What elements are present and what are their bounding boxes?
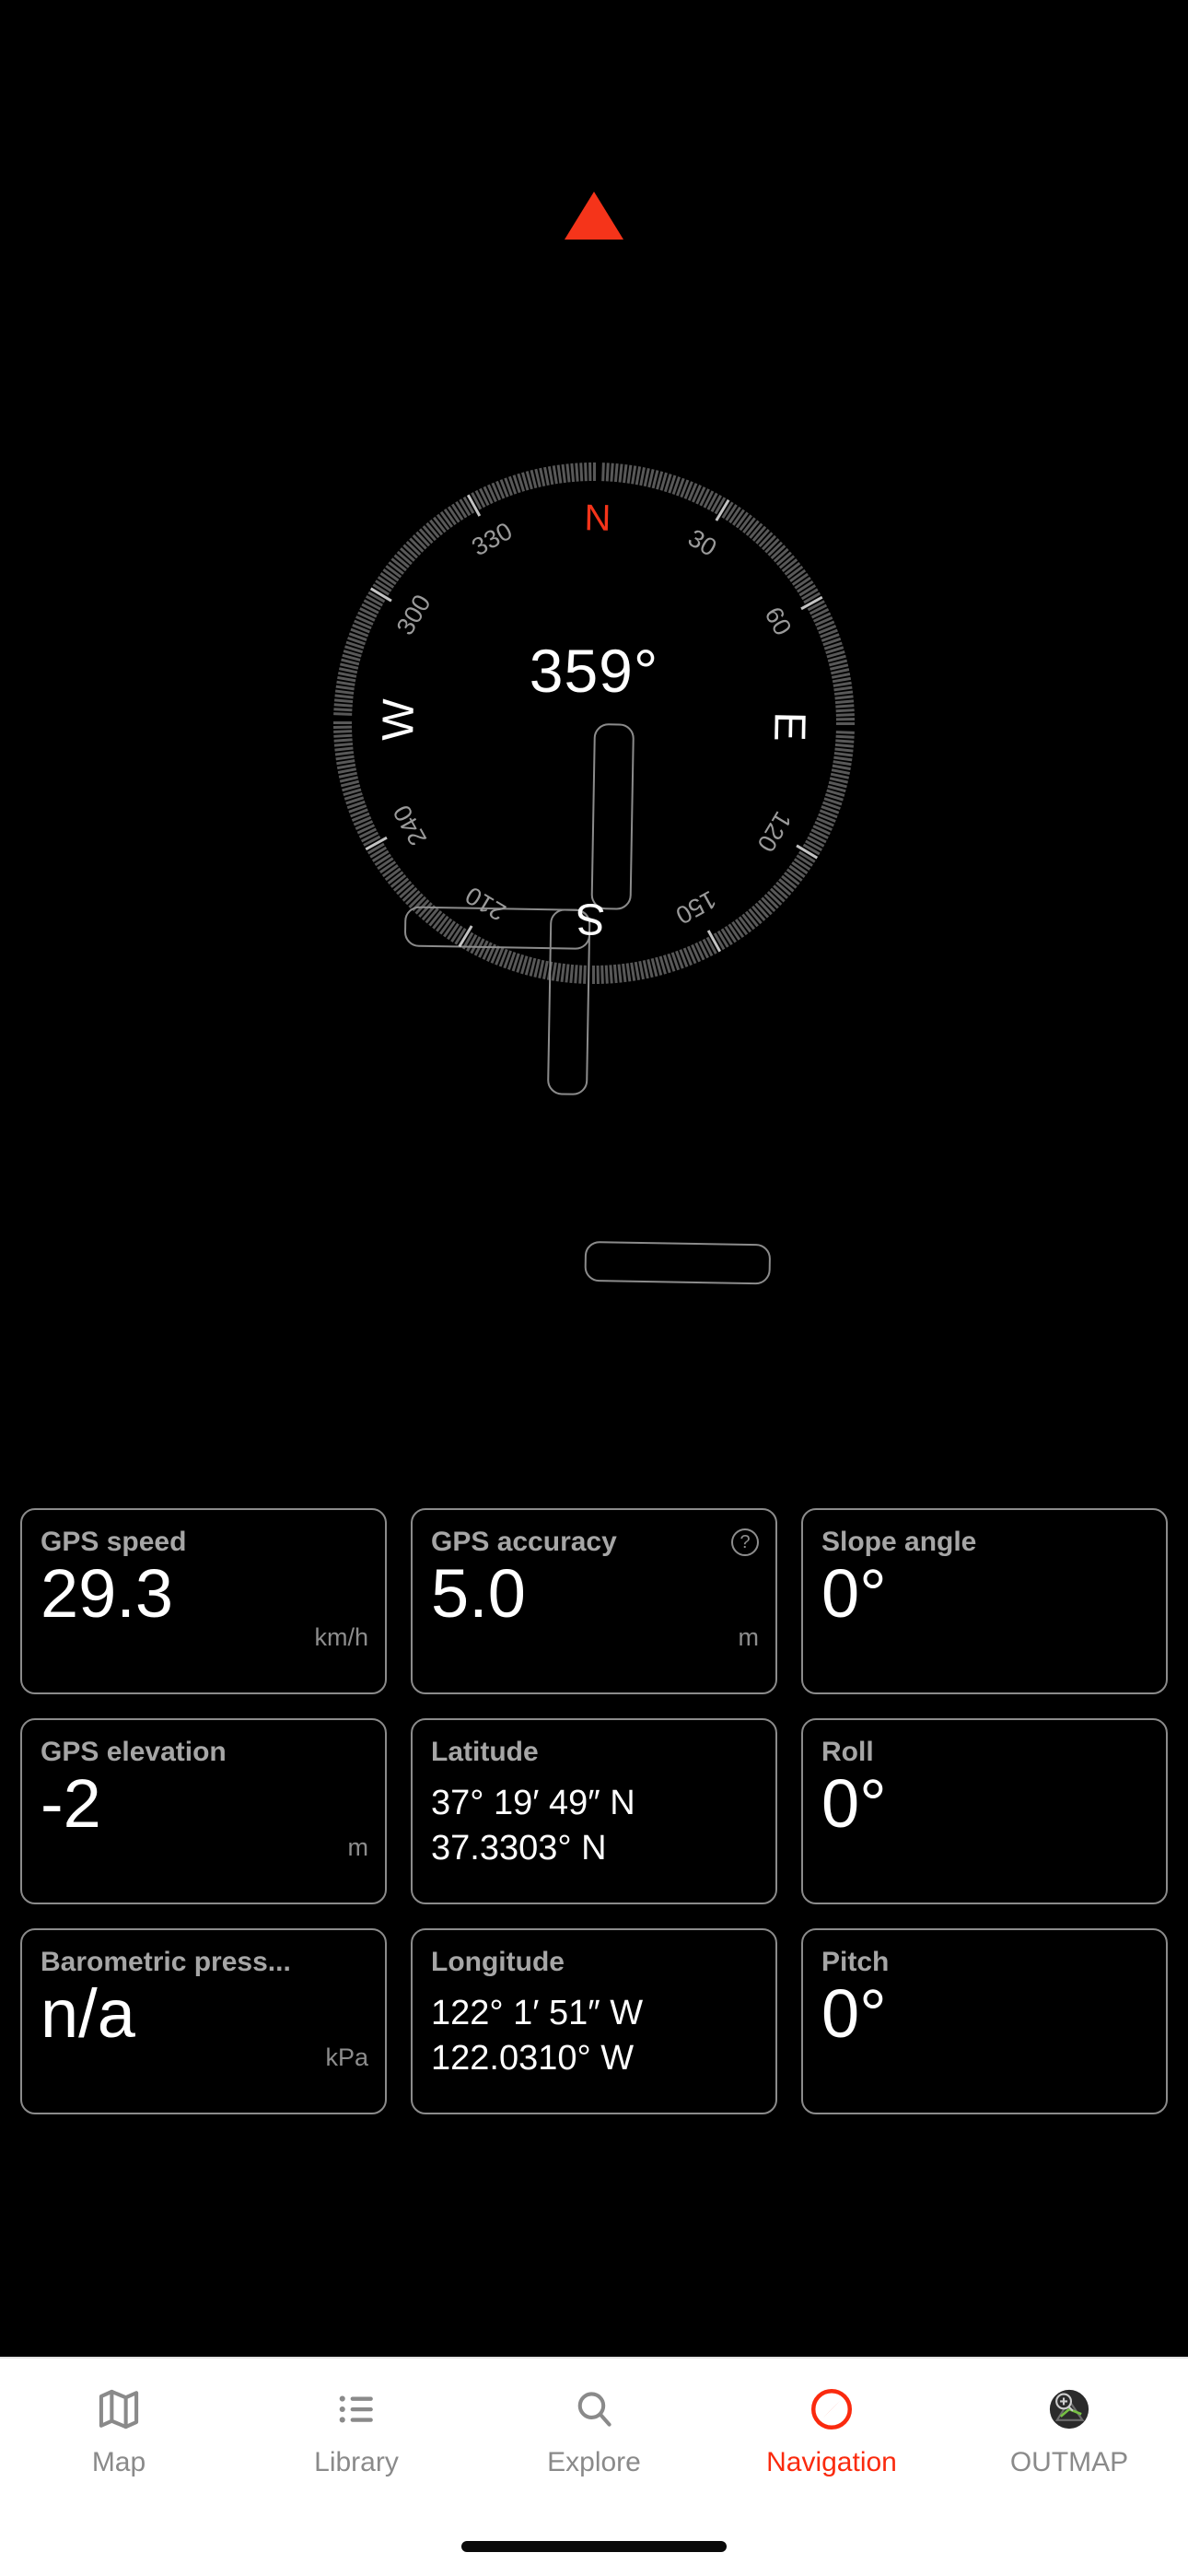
tab-label: Map bbox=[91, 2447, 146, 2477]
telemetry-card[interactable]: Roll 0° bbox=[801, 1718, 1168, 1904]
coordinate-line: 122.0310° W bbox=[431, 2038, 635, 2078]
list-icon[interactable] bbox=[331, 2381, 382, 2438]
tab-outmap[interactable]: OUTMAP bbox=[950, 2381, 1188, 2478]
telemetry-card-unit: km/h bbox=[314, 1623, 368, 1651]
tab-label: Navigation bbox=[766, 2447, 897, 2477]
telemetry-card-title: GPS accuracy bbox=[431, 1527, 617, 1557]
compass-degree-label-text: 150 bbox=[670, 884, 721, 930]
tab-library[interactable]: Library bbox=[238, 2381, 475, 2478]
telemetry-card[interactable]: Barometric press... n/a kPa bbox=[20, 1928, 387, 2114]
compass-degree-label: 150 bbox=[646, 882, 721, 930]
tab-label: Library bbox=[314, 2447, 399, 2477]
telemetry-card[interactable]: Pitch 0° bbox=[801, 1928, 1168, 2114]
card-row: GPS elevation -2 m Latitude 37° 19′ 49″ N 37.… bbox=[20, 1718, 1168, 1904]
compass-degree-label-text: 240 bbox=[388, 800, 433, 850]
telemetry-card[interactable]: GPS speed 29.3 km/h bbox=[20, 1508, 387, 1694]
telemetry-card[interactable]: Longitude 122° 1′ 51″ W 122.0310° W bbox=[411, 1928, 777, 2114]
bottom-tab-bar: Map Library Explore Navigation OUTMAP bbox=[0, 2357, 1188, 2576]
tab-explore[interactable]: Explore bbox=[475, 2381, 713, 2478]
compass-cardinal-s: S bbox=[561, 867, 606, 943]
telemetry-card-title: GPS elevation bbox=[41, 1737, 227, 1767]
telemetry-card-value: -2 bbox=[41, 1765, 101, 1842]
compass-degree-label: 120 bbox=[728, 807, 797, 867]
telemetry-card-title: Longitude bbox=[431, 1947, 565, 1977]
compass-widget: 30 60 120 150 210 240 300 330 N E S W 359° bbox=[0, 0, 1188, 1327]
telemetry-card-value: 0° bbox=[821, 1765, 887, 1842]
compass-degree-label: 330 bbox=[467, 517, 542, 565]
compass-degree-label-text: 120 bbox=[751, 806, 798, 857]
tab-label: Explore bbox=[547, 2447, 641, 2477]
telemetry-card-unit: m bbox=[347, 1833, 369, 1861]
compass-degree-label: 300 bbox=[391, 580, 460, 639]
telemetry-card-value: 0° bbox=[821, 1975, 887, 2052]
compass-cardinal-text: S bbox=[575, 894, 606, 943]
compass-degree-label: 30 bbox=[683, 524, 726, 582]
help-icon[interactable]: ? bbox=[731, 1528, 759, 1556]
card-row: Barometric press... n/a kPa Longitude 122° 1… bbox=[20, 1928, 1168, 2114]
outmap-logo-icon[interactable] bbox=[1042, 2381, 1096, 2438]
tab-navigation[interactable]: Navigation bbox=[713, 2381, 950, 2478]
compass-tick bbox=[584, 1240, 772, 1285]
telemetry-card-coordinates: 37° 19′ 49″ N 37.3303° N bbox=[431, 1781, 757, 1870]
compass-cardinal-e: E bbox=[738, 711, 814, 756]
coordinate-line: 37° 19′ 49″ N bbox=[431, 1784, 635, 1822]
compass-degree-label-text: 30 bbox=[683, 523, 722, 562]
telemetry-card-title: Barometric press... bbox=[41, 1947, 291, 1977]
telemetry-card-unit: kPa bbox=[325, 2043, 368, 2071]
telemetry-card[interactable]: GPS accuracy? 5.0 m bbox=[411, 1508, 777, 1694]
telemetry-card-title: Roll bbox=[821, 1737, 874, 1767]
telemetry-card-title: Latitude bbox=[431, 1737, 539, 1767]
compass-heading-value: 359° bbox=[529, 637, 659, 705]
compass-degree-label-text: 300 bbox=[390, 590, 437, 640]
compass-degree-label-text: 330 bbox=[467, 517, 518, 562]
telemetry-card[interactable]: GPS elevation -2 m bbox=[20, 1718, 387, 1904]
telemetry-card[interactable]: Latitude 37° 19′ 49″ N 37.3303° N bbox=[411, 1718, 777, 1904]
telemetry-card-value: n/a bbox=[41, 1975, 135, 2052]
compass-degree-label: 240 bbox=[388, 775, 436, 850]
compass-cardinal-n: N bbox=[584, 498, 624, 560]
compass-degree-label: 210 bbox=[450, 858, 510, 926]
telemetry-card-coordinates: 122° 1′ 51″ W 122.0310° W bbox=[431, 1991, 757, 2080]
compass-tick bbox=[590, 723, 635, 910]
coordinate-line: 37.3303° N bbox=[431, 1828, 607, 1868]
card-row: GPS speed 29.3 km/h GPS accuracy? 5.0 m Slope … bbox=[20, 1508, 1168, 1694]
telemetry-card-title: Pitch bbox=[821, 1947, 890, 1977]
home-indicator bbox=[461, 2541, 727, 2552]
telemetry-card-unit: m bbox=[738, 1623, 760, 1651]
search-icon[interactable] bbox=[568, 2381, 620, 2438]
telemetry-card-title: Slope angle bbox=[821, 1527, 977, 1557]
telemetry-card-value: 0° bbox=[821, 1555, 887, 1632]
telemetry-cards: GPS speed 29.3 km/h GPS accuracy? 5.0 m Slope … bbox=[0, 1508, 1188, 2114]
compass-degree-label-text: 60 bbox=[759, 602, 798, 640]
tab-label: OUTMAP bbox=[1009, 2447, 1129, 2477]
compass-icon[interactable] bbox=[805, 2381, 858, 2438]
telemetry-card[interactable]: Slope angle 0° bbox=[801, 1508, 1168, 1694]
compass-cardinal-text: N bbox=[584, 498, 611, 539]
telemetry-card-value: 5.0 bbox=[431, 1555, 526, 1632]
compass-cardinal-text: E bbox=[764, 711, 814, 743]
telemetry-card-title: GPS speed bbox=[41, 1527, 187, 1557]
compass-pointer-icon bbox=[565, 192, 623, 240]
coordinate-line: 122° 1′ 51″ W bbox=[431, 1994, 644, 2032]
navigation-screen: 30 60 120 150 210 240 300 330 N E S W 359° GPS spee… bbox=[0, 0, 1188, 2576]
tab-map[interactable]: Map bbox=[0, 2381, 238, 2478]
map-icon[interactable] bbox=[93, 2381, 145, 2438]
telemetry-card-value: 29.3 bbox=[41, 1555, 174, 1632]
